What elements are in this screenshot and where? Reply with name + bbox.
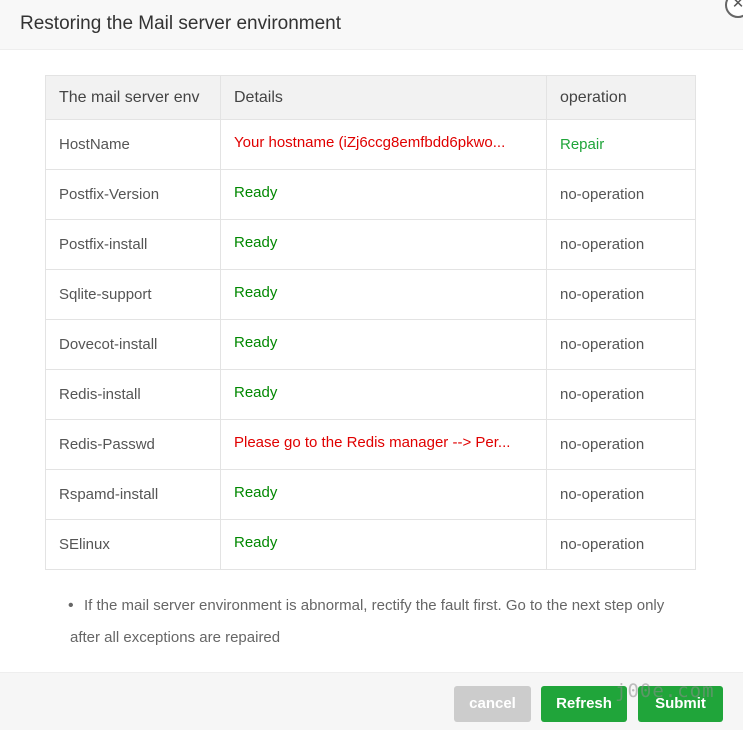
- dialog-title: Restoring the Mail server environment: [20, 13, 342, 34]
- watermark: j00e.com: [615, 680, 715, 702]
- table-row: Redis-Passwd Please go to the Redis manag…: [45, 419, 696, 470]
- env-name-cell: Sqlite-support: [45, 269, 221, 320]
- table-row: HostName Your hostname (iZj6ccg8emfbdd6pk…: [45, 119, 696, 170]
- help-note: • If the mail server environment is abno…: [68, 590, 680, 654]
- table-row: Sqlite-support Ready no-operation: [45, 269, 696, 320]
- operation-cell: no-operation: [546, 419, 696, 470]
- details-cell: Please go to the Redis manager --> Per..…: [220, 419, 547, 470]
- operation-cell: no-operation: [546, 169, 696, 220]
- details-cell: Your hostname (iZj6ccg8emfbdd6pkwo...: [220, 119, 547, 170]
- env-name-cell: HostName: [45, 119, 221, 170]
- operation-cell: no-operation: [546, 269, 696, 320]
- column-header-env: The mail server env: [45, 75, 221, 120]
- operation-cell: no-operation: [546, 469, 696, 520]
- operation-cell: no-operation: [546, 319, 696, 370]
- operation-cell: no-operation: [546, 219, 696, 270]
- table-row: Rspamd-install Ready no-operation: [45, 469, 696, 520]
- note-text: If the mail server environment is abnorm…: [70, 597, 665, 646]
- table-row: Postfix-Version Ready no-operation: [45, 169, 696, 220]
- env-name-cell: Rspamd-install: [45, 469, 221, 520]
- cancel-button[interactable]: cancel: [454, 686, 531, 722]
- column-header-operation: operation: [546, 75, 696, 120]
- env-name-cell: Postfix-Version: [45, 169, 221, 220]
- details-cell: Ready: [220, 269, 547, 320]
- details-cell: Ready: [220, 169, 547, 220]
- mail-env-dialog: Restoring the Mail server environment ✕ …: [0, 0, 743, 730]
- table-row: SElinux Ready no-operation: [45, 519, 696, 570]
- env-name-cell: Redis-Passwd: [45, 419, 221, 470]
- env-name-cell: Dovecot-install: [45, 319, 221, 370]
- table-row: Redis-install Ready no-operation: [45, 369, 696, 420]
- table-row: Dovecot-install Ready no-operation: [45, 319, 696, 370]
- dialog-header: Restoring the Mail server environment: [0, 0, 743, 50]
- column-header-details: Details: [220, 75, 547, 120]
- details-cell: Ready: [220, 369, 547, 420]
- details-cell: Ready: [220, 469, 547, 520]
- env-name-cell: SElinux: [45, 519, 221, 570]
- env-name-cell: Postfix-install: [45, 219, 221, 270]
- table-header-row: The mail server env Details operation: [45, 75, 696, 120]
- operation-cell: no-operation: [546, 519, 696, 570]
- details-cell: Ready: [220, 319, 547, 370]
- operation-cell: no-operation: [546, 369, 696, 420]
- mail-env-table: The mail server env Details operation Ho…: [45, 75, 696, 570]
- note-bullet: •: [68, 597, 74, 614]
- table-row: Postfix-install Ready no-operation: [45, 219, 696, 270]
- env-name-cell: Redis-install: [45, 369, 221, 420]
- details-cell: Ready: [220, 519, 547, 570]
- repair-link[interactable]: Repair: [546, 119, 696, 170]
- details-cell: Ready: [220, 219, 547, 270]
